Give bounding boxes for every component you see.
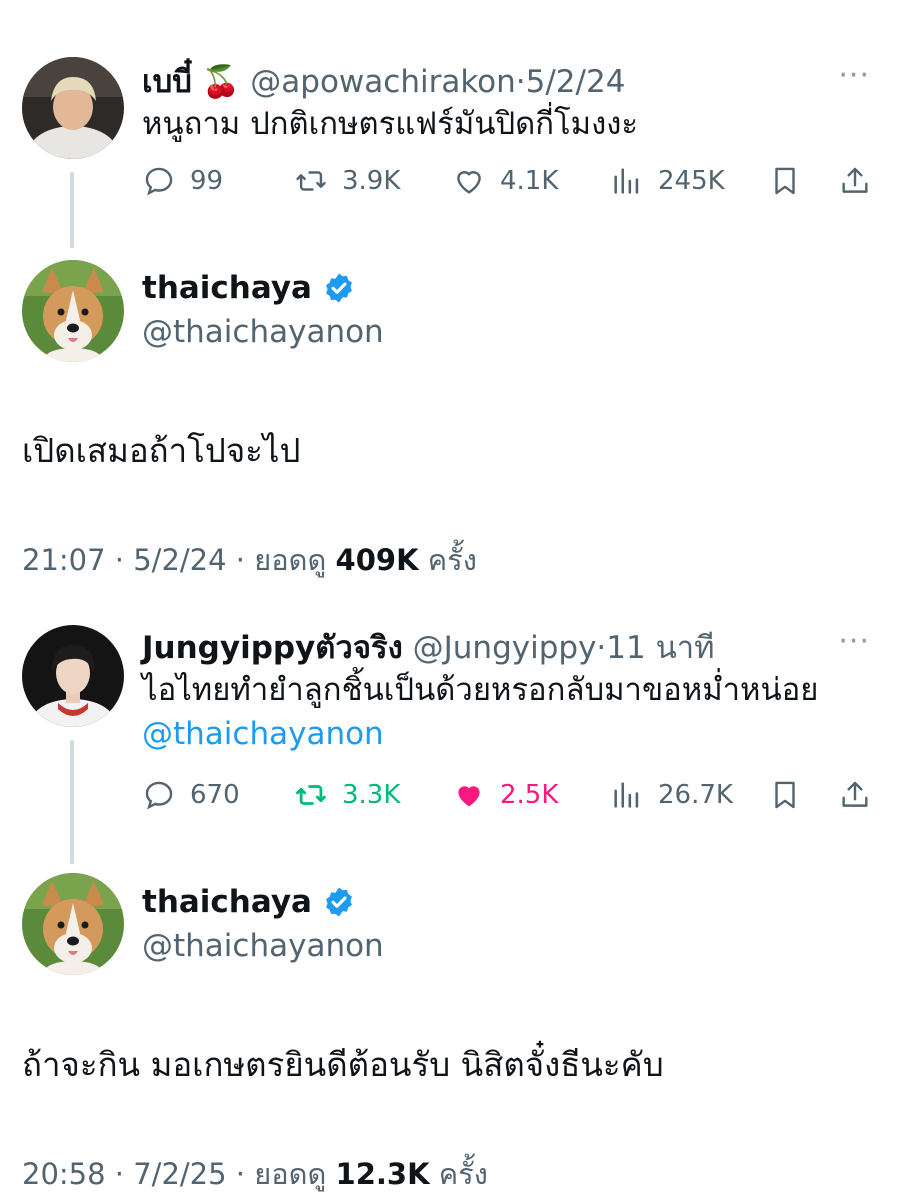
post-date[interactable]: 5/2/24 xyxy=(133,543,226,577)
repost-icon xyxy=(296,785,326,805)
comment-count: 99 xyxy=(190,166,224,196)
repost-button[interactable]: 3.3K xyxy=(294,772,400,818)
reply-header: เบบี๋ 🍒 @apowachirakon·5/2/24 xyxy=(142,56,625,106)
share-button[interactable] xyxy=(838,772,886,818)
repost-count: 3.9K xyxy=(342,166,401,196)
repost-count: 3.3K xyxy=(342,780,401,810)
avatar-thaichaya[interactable] xyxy=(22,873,124,975)
separator: · xyxy=(515,64,526,100)
post-timestamp: 21:07 · 5/2/24 · ยอดดู 409K ครั้ง xyxy=(22,543,477,577)
author-name[interactable]: Jungyippyตัวจริง xyxy=(142,630,403,666)
reply-text: ไอไทยทำยำลูกชิ้นเป็นด้วยหรอกลับมาขอหม่ำห… xyxy=(142,668,818,756)
post-time[interactable]: 21:07 xyxy=(22,543,106,577)
verified-icon xyxy=(326,273,352,303)
action-bar: 99 3.9K 4.1K 245K xyxy=(142,158,882,204)
bookmark-icon xyxy=(775,781,795,809)
reply-body: ไอไทยทำยำลูกชิ้นเป็นด้วยหรอกลับมาขอหม่ำห… xyxy=(142,672,819,708)
main-author-handle[interactable]: @thaichayanon xyxy=(142,314,384,350)
views-total: 409K xyxy=(335,543,419,577)
views-label: ยอดดู xyxy=(254,543,327,577)
like-count: 2.5K xyxy=(500,780,559,810)
share-button[interactable] xyxy=(838,158,886,204)
views-label: ยอดดู xyxy=(254,1157,327,1191)
mention-link[interactable]: @thaichayanon xyxy=(142,712,818,756)
post-date[interactable]: 7/2/25 xyxy=(133,1157,226,1191)
comment-count: 670 xyxy=(190,780,240,810)
views-total: 12.3K xyxy=(335,1157,430,1191)
display-name: thaichaya xyxy=(142,884,312,920)
views-count: 26.7K xyxy=(658,780,733,810)
share-icon xyxy=(842,781,868,807)
post-time[interactable]: 20:58 xyxy=(22,1157,106,1191)
views-count: 245K xyxy=(658,166,725,196)
thread-connector xyxy=(70,740,74,864)
author-name[interactable]: เบบี๋ xyxy=(142,64,192,100)
display-name: thaichaya xyxy=(142,270,312,306)
avatar-jungyippy[interactable] xyxy=(22,625,124,727)
action-bar: 670 3.3K 2.5K 26.7K xyxy=(142,772,882,818)
reply-header: Jungyippyตัวจริง @Jungyippy·11 นาที xyxy=(142,622,715,672)
avatar-thaichaya[interactable] xyxy=(22,260,124,362)
author-handle[interactable]: @apowachirakon xyxy=(250,64,516,100)
comment-icon xyxy=(145,167,173,196)
bookmark-icon xyxy=(775,167,795,195)
like-button[interactable]: 4.1K xyxy=(452,158,558,204)
comment-icon xyxy=(145,781,173,810)
comment-button[interactable]: 670 xyxy=(142,772,240,818)
main-post-text: ถ้าจะกิน มอเกษตรยินดีต้อนรับ นิสิตจั๋งธี… xyxy=(22,1045,664,1084)
views-suffix: ครั้ง xyxy=(438,1157,488,1191)
comment-button[interactable]: 99 xyxy=(142,158,223,204)
post-timestamp: 20:58 · 7/2/25 · ยอดดู 12.3K ครั้ง xyxy=(22,1157,488,1191)
cherry-emoji: 🍒 xyxy=(201,64,241,100)
main-author-name[interactable]: thaichaya xyxy=(142,884,356,920)
like-count: 4.1K xyxy=(500,166,559,196)
bookmark-button[interactable] xyxy=(768,158,816,204)
thread-connector xyxy=(70,172,74,248)
views-icon xyxy=(614,782,639,808)
more-icon[interactable]: ··· xyxy=(838,624,870,659)
more-icon[interactable]: ··· xyxy=(838,58,870,93)
avatar-apowachirakon[interactable] xyxy=(22,57,124,159)
heart-icon xyxy=(458,786,480,807)
post-date[interactable]: 11 นาที xyxy=(606,630,714,666)
views-icon xyxy=(614,168,639,194)
views-suffix: ครั้ง xyxy=(427,543,477,577)
heart-icon xyxy=(457,171,481,194)
separator: · xyxy=(596,630,607,666)
like-button[interactable]: 2.5K xyxy=(452,772,558,818)
reply-text: หนูถาม ปกติเกษตรแฟร์มันปิดกี่โมงงะ xyxy=(142,106,639,142)
verified-icon xyxy=(326,887,352,917)
post-date[interactable]: 5/2/24 xyxy=(526,64,626,100)
repost-button[interactable]: 3.9K xyxy=(294,158,400,204)
main-author-name[interactable]: thaichaya xyxy=(142,270,356,306)
main-post-text: เปิดเสมอถ้าโปจะไป xyxy=(22,431,301,470)
repost-icon xyxy=(296,171,326,191)
main-author-handle[interactable]: @thaichayanon xyxy=(142,928,384,964)
bookmark-button[interactable] xyxy=(768,772,816,818)
author-handle[interactable]: @Jungyippy xyxy=(413,630,597,666)
views-button[interactable]: 245K xyxy=(610,158,725,204)
share-icon xyxy=(842,167,868,193)
views-button[interactable]: 26.7K xyxy=(610,772,733,818)
